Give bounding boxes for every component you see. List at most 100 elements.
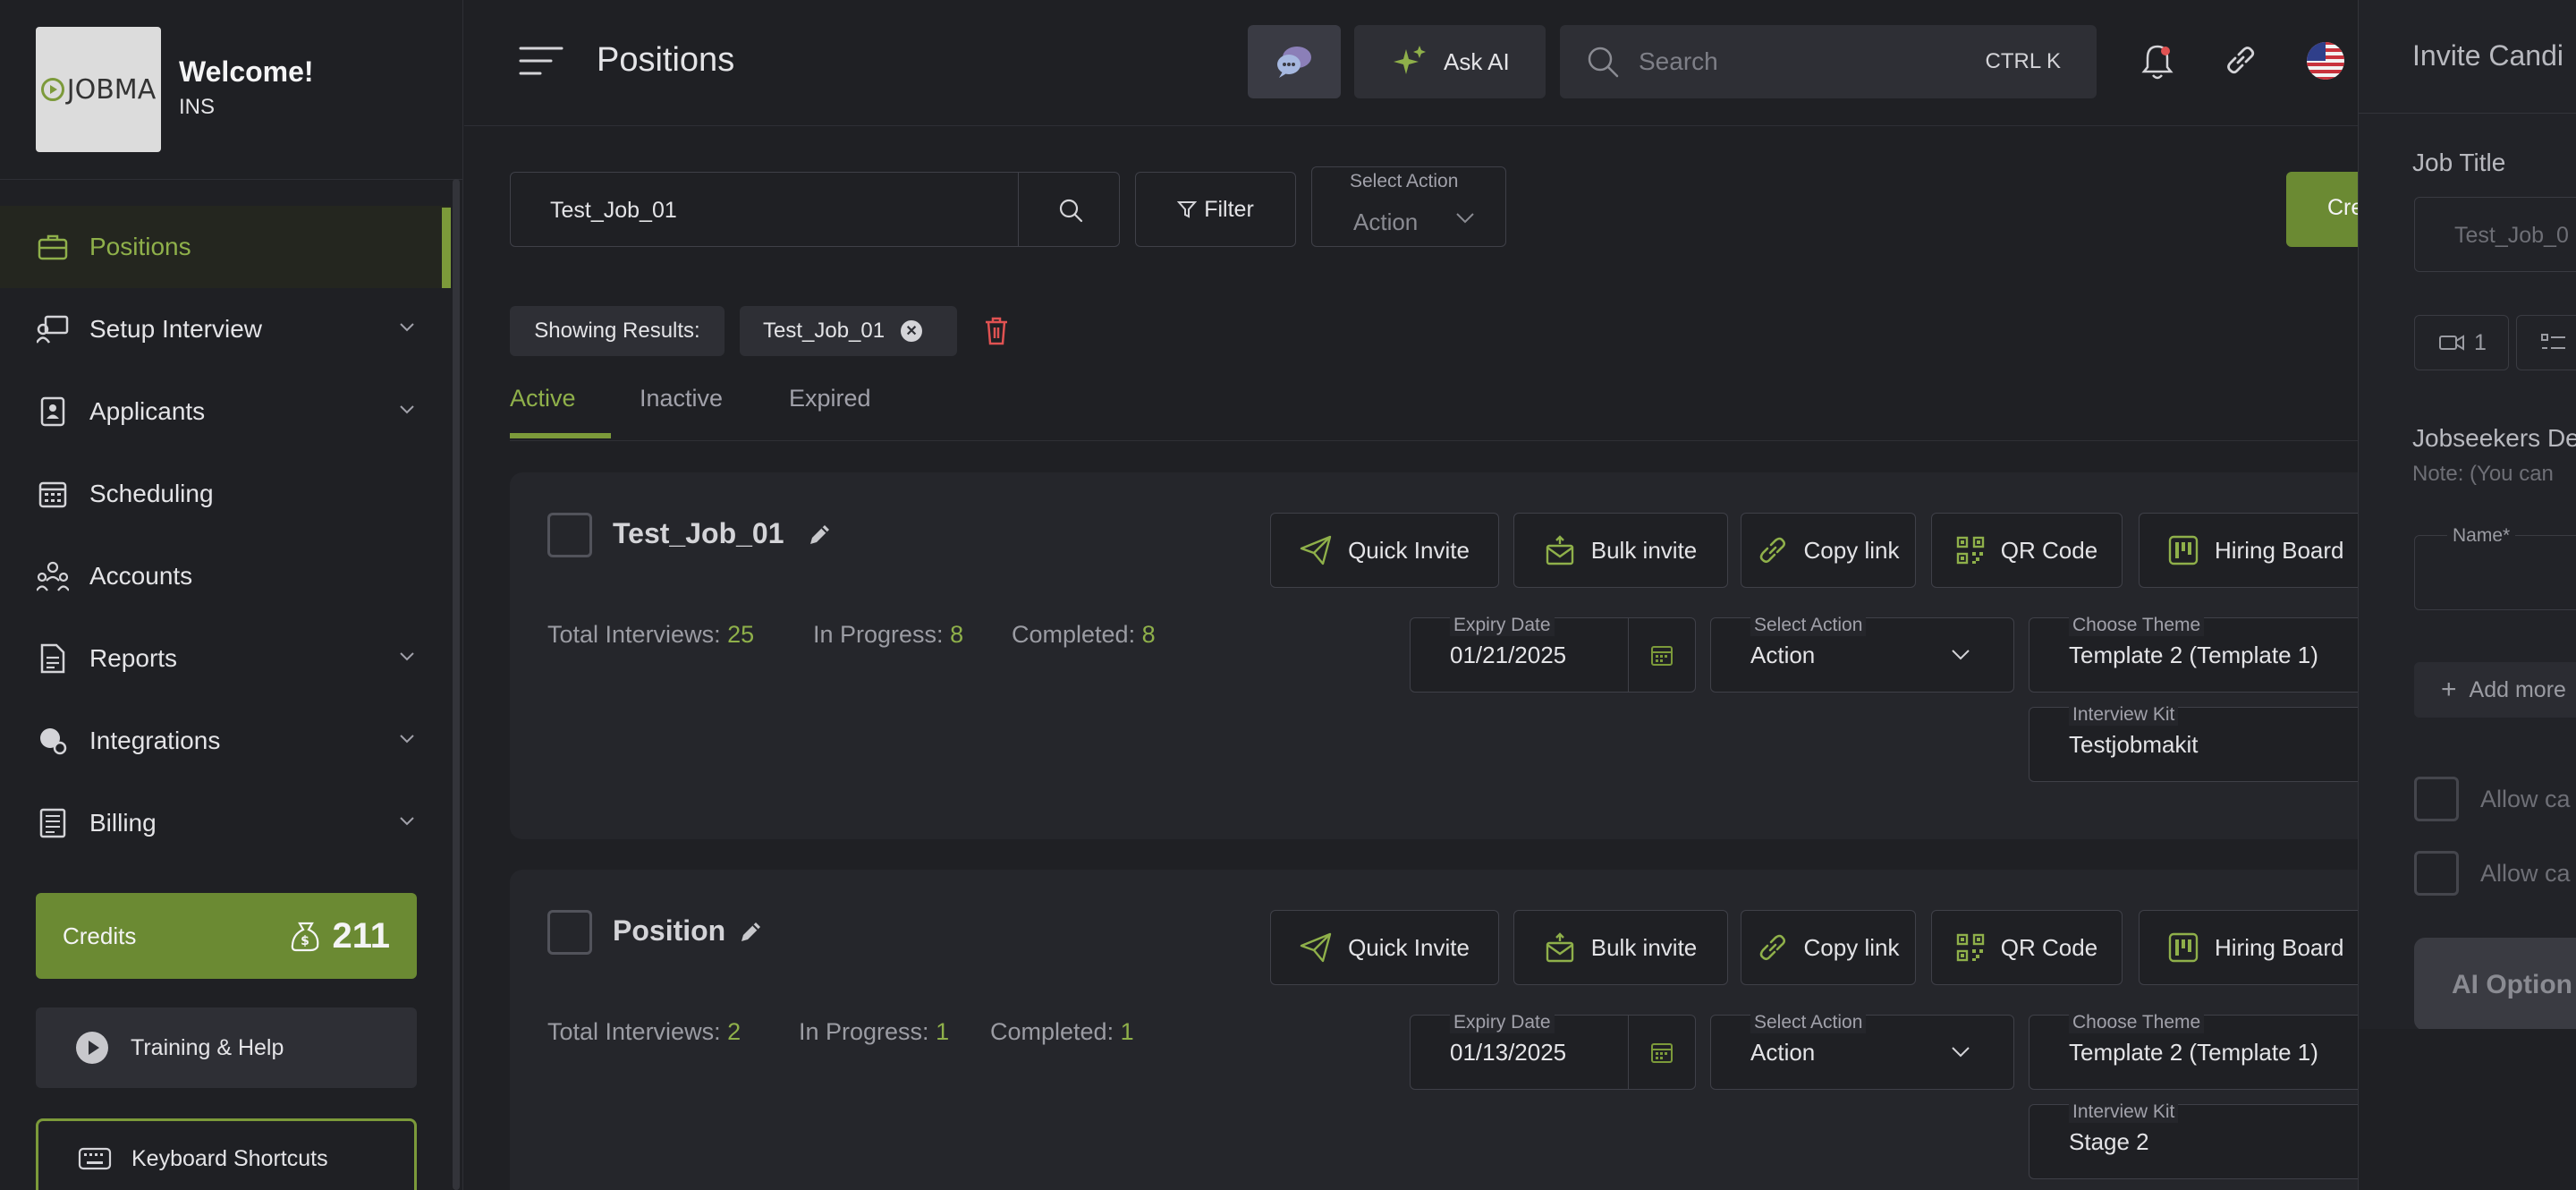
search-icon[interactable] (1058, 198, 1083, 223)
sidebar-item-positions[interactable]: Positions (0, 206, 451, 288)
training-help-button[interactable]: Training & Help (36, 1007, 417, 1088)
logo-text: JOBMA (66, 73, 157, 106)
filter-chip-label: Test_Job_01 (763, 319, 886, 343)
interview-kit-label: Interview Kit (2069, 1101, 2179, 1123)
hiring-board-button[interactable]: Hiring Board (2139, 513, 2371, 588)
filter-button[interactable]: Filter (1135, 172, 1296, 247)
divider (0, 179, 463, 180)
bulk-invite-button[interactable]: Bulk invite (1513, 910, 1728, 985)
expiry-date-field[interactable]: Expiry Date 01/21/2025 (1410, 615, 1696, 693)
drawer-title: Invite Candi (2412, 39, 2563, 72)
stat-value: 1 (936, 1018, 950, 1045)
choose-theme-select[interactable]: Choose Theme Template 2 (Template 1) (2029, 1012, 2368, 1090)
credits-value: 211 (332, 915, 390, 956)
showing-results-label: Showing Results: (510, 306, 724, 356)
choose-theme-select[interactable]: Choose Theme Template 2 (Template 1) (2029, 615, 2368, 693)
calendar-icon[interactable] (1650, 1041, 1674, 1064)
sidebar-item-billing[interactable]: Billing (0, 782, 451, 864)
sidebar-item-label: Setup Interview (89, 315, 262, 343)
play-circle-icon (75, 1031, 109, 1065)
allow-checkbox[interactable] (2414, 851, 2459, 896)
position-checkbox[interactable] (547, 910, 592, 955)
close-icon[interactable]: ✕ (901, 320, 923, 342)
sidebar-item-label: Positions (89, 233, 191, 260)
credits-card[interactable]: Credits $ 211 (36, 893, 417, 979)
quick-invite-button[interactable]: Quick Invite (1270, 513, 1499, 588)
applicant-icon (36, 395, 70, 429)
tab-expired[interactable]: Expired (789, 385, 871, 412)
divider (1018, 173, 1019, 246)
chevron-down-icon (1951, 1046, 1970, 1058)
calendar-icon (36, 477, 70, 511)
select-action-label: Select Action (1750, 1012, 1867, 1033)
edit-pencil-icon[interactable] (807, 521, 834, 548)
bulk-invite-label: Bulk invite (1590, 536, 1698, 564)
ask-ai-button[interactable]: Ask AI (1354, 25, 1546, 98)
edit-pencil-icon[interactable] (738, 918, 765, 945)
search-shortcut-hint: CTRL K (1985, 49, 2061, 73)
hiring-board-label: Hiring Board (2215, 536, 2344, 564)
interview-kit-select[interactable]: Interview Kit Stage 2 (2029, 1101, 2368, 1179)
report-icon (36, 642, 70, 676)
position-checkbox[interactable] (547, 513, 592, 557)
search-icon (1587, 46, 1619, 78)
qr-code-button[interactable]: QR Code (1931, 910, 2123, 985)
plus-icon: + (2441, 675, 2457, 704)
ai-options-button[interactable]: AI Option (2414, 938, 2576, 1031)
tab-inactive[interactable]: Inactive (640, 385, 723, 412)
video-question-count[interactable]: 1 (2414, 315, 2509, 370)
allow-checkbox[interactable] (2414, 777, 2459, 821)
bell-icon[interactable] (2141, 43, 2174, 81)
position-action-select[interactable]: Select Action Action (1710, 1012, 2014, 1090)
sidebar-item-accounts[interactable]: Accounts (0, 535, 451, 617)
name-input[interactable]: Name* (2414, 525, 2576, 610)
bulk-action-select[interactable]: Select Action Action (1311, 166, 1506, 247)
sidebar-item-integrations[interactable]: Integrations (0, 700, 451, 782)
position-search-input[interactable]: Test_Job_01 (510, 172, 1120, 247)
sidebar-item-label: Accounts (89, 562, 193, 590)
global-search-input[interactable]: Search CTRL K (1560, 25, 2097, 98)
expiry-date-value: 01/13/2025 (1450, 1039, 1567, 1066)
tab-active[interactable]: Active (510, 385, 576, 412)
stat-value: 8 (950, 621, 964, 648)
copy-link-button[interactable]: Copy link (1741, 910, 1916, 985)
keyboard-shortcuts-button[interactable]: Keyboard Shortcuts (36, 1118, 417, 1190)
calendar-icon[interactable] (1650, 643, 1674, 667)
menu-toggle-icon[interactable] (519, 45, 564, 77)
chevron-down-icon (399, 734, 415, 744)
active-indicator (442, 208, 451, 288)
copy-link-button[interactable]: Copy link (1741, 513, 1916, 588)
completed-stat: Completed: 8 (1012, 621, 1156, 649)
sidebar-item-reports[interactable]: Reports (0, 617, 451, 700)
search-value: Test_Job_01 (550, 198, 677, 223)
in-progress-stat: In Progress: 8 (813, 621, 963, 649)
bulk-invite-button[interactable]: Bulk invite (1513, 513, 1728, 588)
qr-code-button[interactable]: QR Code (1931, 513, 2123, 588)
link-icon (1758, 932, 1788, 963)
position-action-select[interactable]: Select Action Action (1710, 615, 2014, 693)
add-more-button[interactable]: + Add more (2414, 662, 2576, 718)
expiry-date-field[interactable]: Expiry Date 01/13/2025 (1410, 1012, 1696, 1090)
job-title-field[interactable]: Test_Job_0 (2414, 197, 2576, 272)
chevron-down-icon (1455, 212, 1475, 225)
play-icon (40, 78, 64, 101)
qr-code-icon (1956, 933, 1985, 962)
link-icon[interactable] (2224, 43, 2258, 77)
interview-kit-select[interactable]: Interview Kit Testjobmakit (2029, 704, 2368, 782)
quick-invite-button[interactable]: Quick Invite (1270, 910, 1499, 985)
sidebar-scrollbar[interactable] (453, 179, 460, 1190)
sidebar-item-setup-interview[interactable]: Setup Interview (0, 288, 451, 370)
hiring-board-button[interactable]: Hiring Board (2139, 910, 2371, 985)
expiry-date-label: Expiry Date (1450, 1012, 1555, 1033)
select-action-value: Action (1353, 208, 1419, 235)
chat-button[interactable] (1248, 25, 1341, 98)
qr-code-label: QR Code (2000, 536, 2098, 564)
sidebar-item-applicants[interactable]: Applicants (0, 370, 451, 453)
trash-icon[interactable] (984, 317, 1009, 345)
credits-count: $ 211 (289, 916, 390, 956)
question-list-count[interactable] (2516, 315, 2576, 370)
us-flag-icon[interactable] (2306, 41, 2345, 81)
sidebar-item-label: Applicants (89, 397, 206, 425)
company-logo[interactable]: JOBMA (36, 27, 161, 152)
sidebar-item-scheduling[interactable]: Scheduling (0, 453, 451, 535)
